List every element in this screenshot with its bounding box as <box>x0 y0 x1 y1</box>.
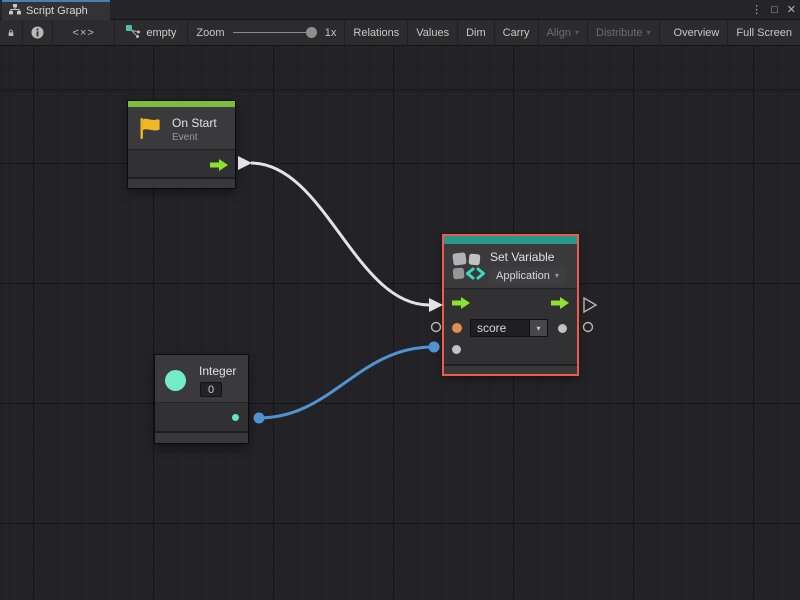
chevron-down-icon: ▾ <box>575 28 579 37</box>
lock-icon <box>8 27 14 39</box>
on-start-header[interactable]: On Start Event <box>128 107 235 149</box>
zoom-section: Zoom 1x <box>188 20 345 45</box>
integer-footer <box>155 433 248 443</box>
on-start-body <box>128 149 235 177</box>
tab-script-graph[interactable]: Script Graph <box>2 0 110 20</box>
variable-color-bar <box>444 236 577 244</box>
window-controls: ⋮ □ ✕ <box>751 0 796 20</box>
integer-type-icon <box>165 370 186 391</box>
toolbar-button-dim[interactable]: Dim <box>458 20 495 45</box>
button-label: Dim <box>466 27 486 39</box>
on-start-trigger-output-port[interactable] <box>210 158 228 176</box>
set-variable-name-port[interactable] <box>452 323 462 333</box>
zoom-slider-handle[interactable] <box>306 27 317 38</box>
button-label: Values <box>416 27 449 39</box>
button-label: Align <box>547 27 571 39</box>
integer-header[interactable]: Integer 0 <box>155 355 248 402</box>
chevron-down-icon: ▾ <box>536 324 540 333</box>
toolbar-button-relations[interactable]: Relations <box>345 20 408 45</box>
scope-value: Application <box>496 270 550 282</box>
toolbar-button-overview[interactable]: Overview <box>666 20 729 45</box>
variable-name-dropdown-button[interactable]: ▾ <box>530 319 548 337</box>
window-menu-icon[interactable]: ⋮ <box>751 0 762 20</box>
code-brackets-icon: <×> <box>73 27 95 39</box>
info-icon <box>31 26 44 39</box>
node-integer[interactable]: Integer 0 <box>155 355 248 443</box>
toolbar-button-values[interactable]: Values <box>408 20 458 45</box>
tab-title: Script Graph <box>26 5 88 17</box>
toolbar-button-full-screen[interactable]: Full Screen <box>728 20 800 45</box>
set-variable-value-input-port[interactable] <box>452 345 461 354</box>
set-variable-value-output-port[interactable] <box>558 324 567 333</box>
graph-canvas[interactable] <box>0 46 800 600</box>
zoom-slider[interactable] <box>233 27 317 38</box>
script-graph-window: Script Graph ⋮ □ ✕ <×> <box>0 0 800 600</box>
node-title: Integer <box>199 364 236 378</box>
variable-scope-dropdown[interactable]: Application ▾ <box>489 267 566 284</box>
breadcrumb-label: empty <box>146 27 176 39</box>
integer-body <box>155 402 248 431</box>
button-label: Overview <box>674 27 720 39</box>
set-variable-footer <box>444 366 577 374</box>
zoom-slider-track <box>233 32 317 33</box>
button-label: Carry <box>503 27 530 39</box>
node-title: On Start <box>172 116 217 130</box>
chevron-down-icon: ▾ <box>647 28 651 37</box>
graph-toolbar: <×> empty Zoom 1x Relations <box>0 20 800 46</box>
component-binding-button[interactable]: <×> <box>53 20 115 45</box>
set-variable-body: score ▾ <box>444 288 577 364</box>
graph-hierarchy-icon <box>9 2 21 20</box>
integer-value: 0 <box>208 384 214 396</box>
info-button[interactable] <box>23 20 53 45</box>
maximize-icon[interactable]: □ <box>771 0 778 20</box>
set-variable-control-output-port[interactable] <box>551 296 569 314</box>
on-start-footer <box>128 179 235 188</box>
integer-value-field[interactable]: 0 <box>200 382 222 397</box>
button-label: Relations <box>353 27 399 39</box>
toolbar-button-distribute[interactable]: Distribute ▾ <box>588 20 659 45</box>
node-set-variable[interactable]: Set Variable Application ▾ score ▾ <box>444 236 577 374</box>
toolbar-button-carry[interactable]: Carry <box>495 20 539 45</box>
button-label: Full Screen <box>736 27 792 39</box>
zoom-value: 1x <box>325 27 337 39</box>
button-label: Distribute <box>596 27 642 39</box>
close-icon[interactable]: ✕ <box>787 0 796 20</box>
node-title: Set Variable <box>490 250 554 264</box>
zoom-label: Zoom <box>196 27 224 39</box>
node-on-start[interactable]: On Start Event <box>128 101 235 188</box>
graph-node-icon <box>126 25 140 41</box>
set-variable-header[interactable]: Set Variable Application ▾ <box>444 244 577 288</box>
toolbar-button-align[interactable]: Align ▾ <box>539 20 588 45</box>
breadcrumb[interactable]: empty <box>115 20 188 45</box>
title-bar: Script Graph ⋮ □ ✕ <box>0 0 800 20</box>
lock-button[interactable] <box>0 20 23 45</box>
set-variable-icon <box>451 250 485 287</box>
flag-icon <box>136 115 162 147</box>
node-subtitle: Event <box>172 132 198 143</box>
variable-name-field[interactable]: score <box>470 319 530 337</box>
variable-name-value: score <box>477 321 506 335</box>
set-variable-control-input-port[interactable] <box>452 296 470 314</box>
chevron-down-icon: ▾ <box>555 271 559 280</box>
integer-output-port[interactable] <box>232 414 239 421</box>
